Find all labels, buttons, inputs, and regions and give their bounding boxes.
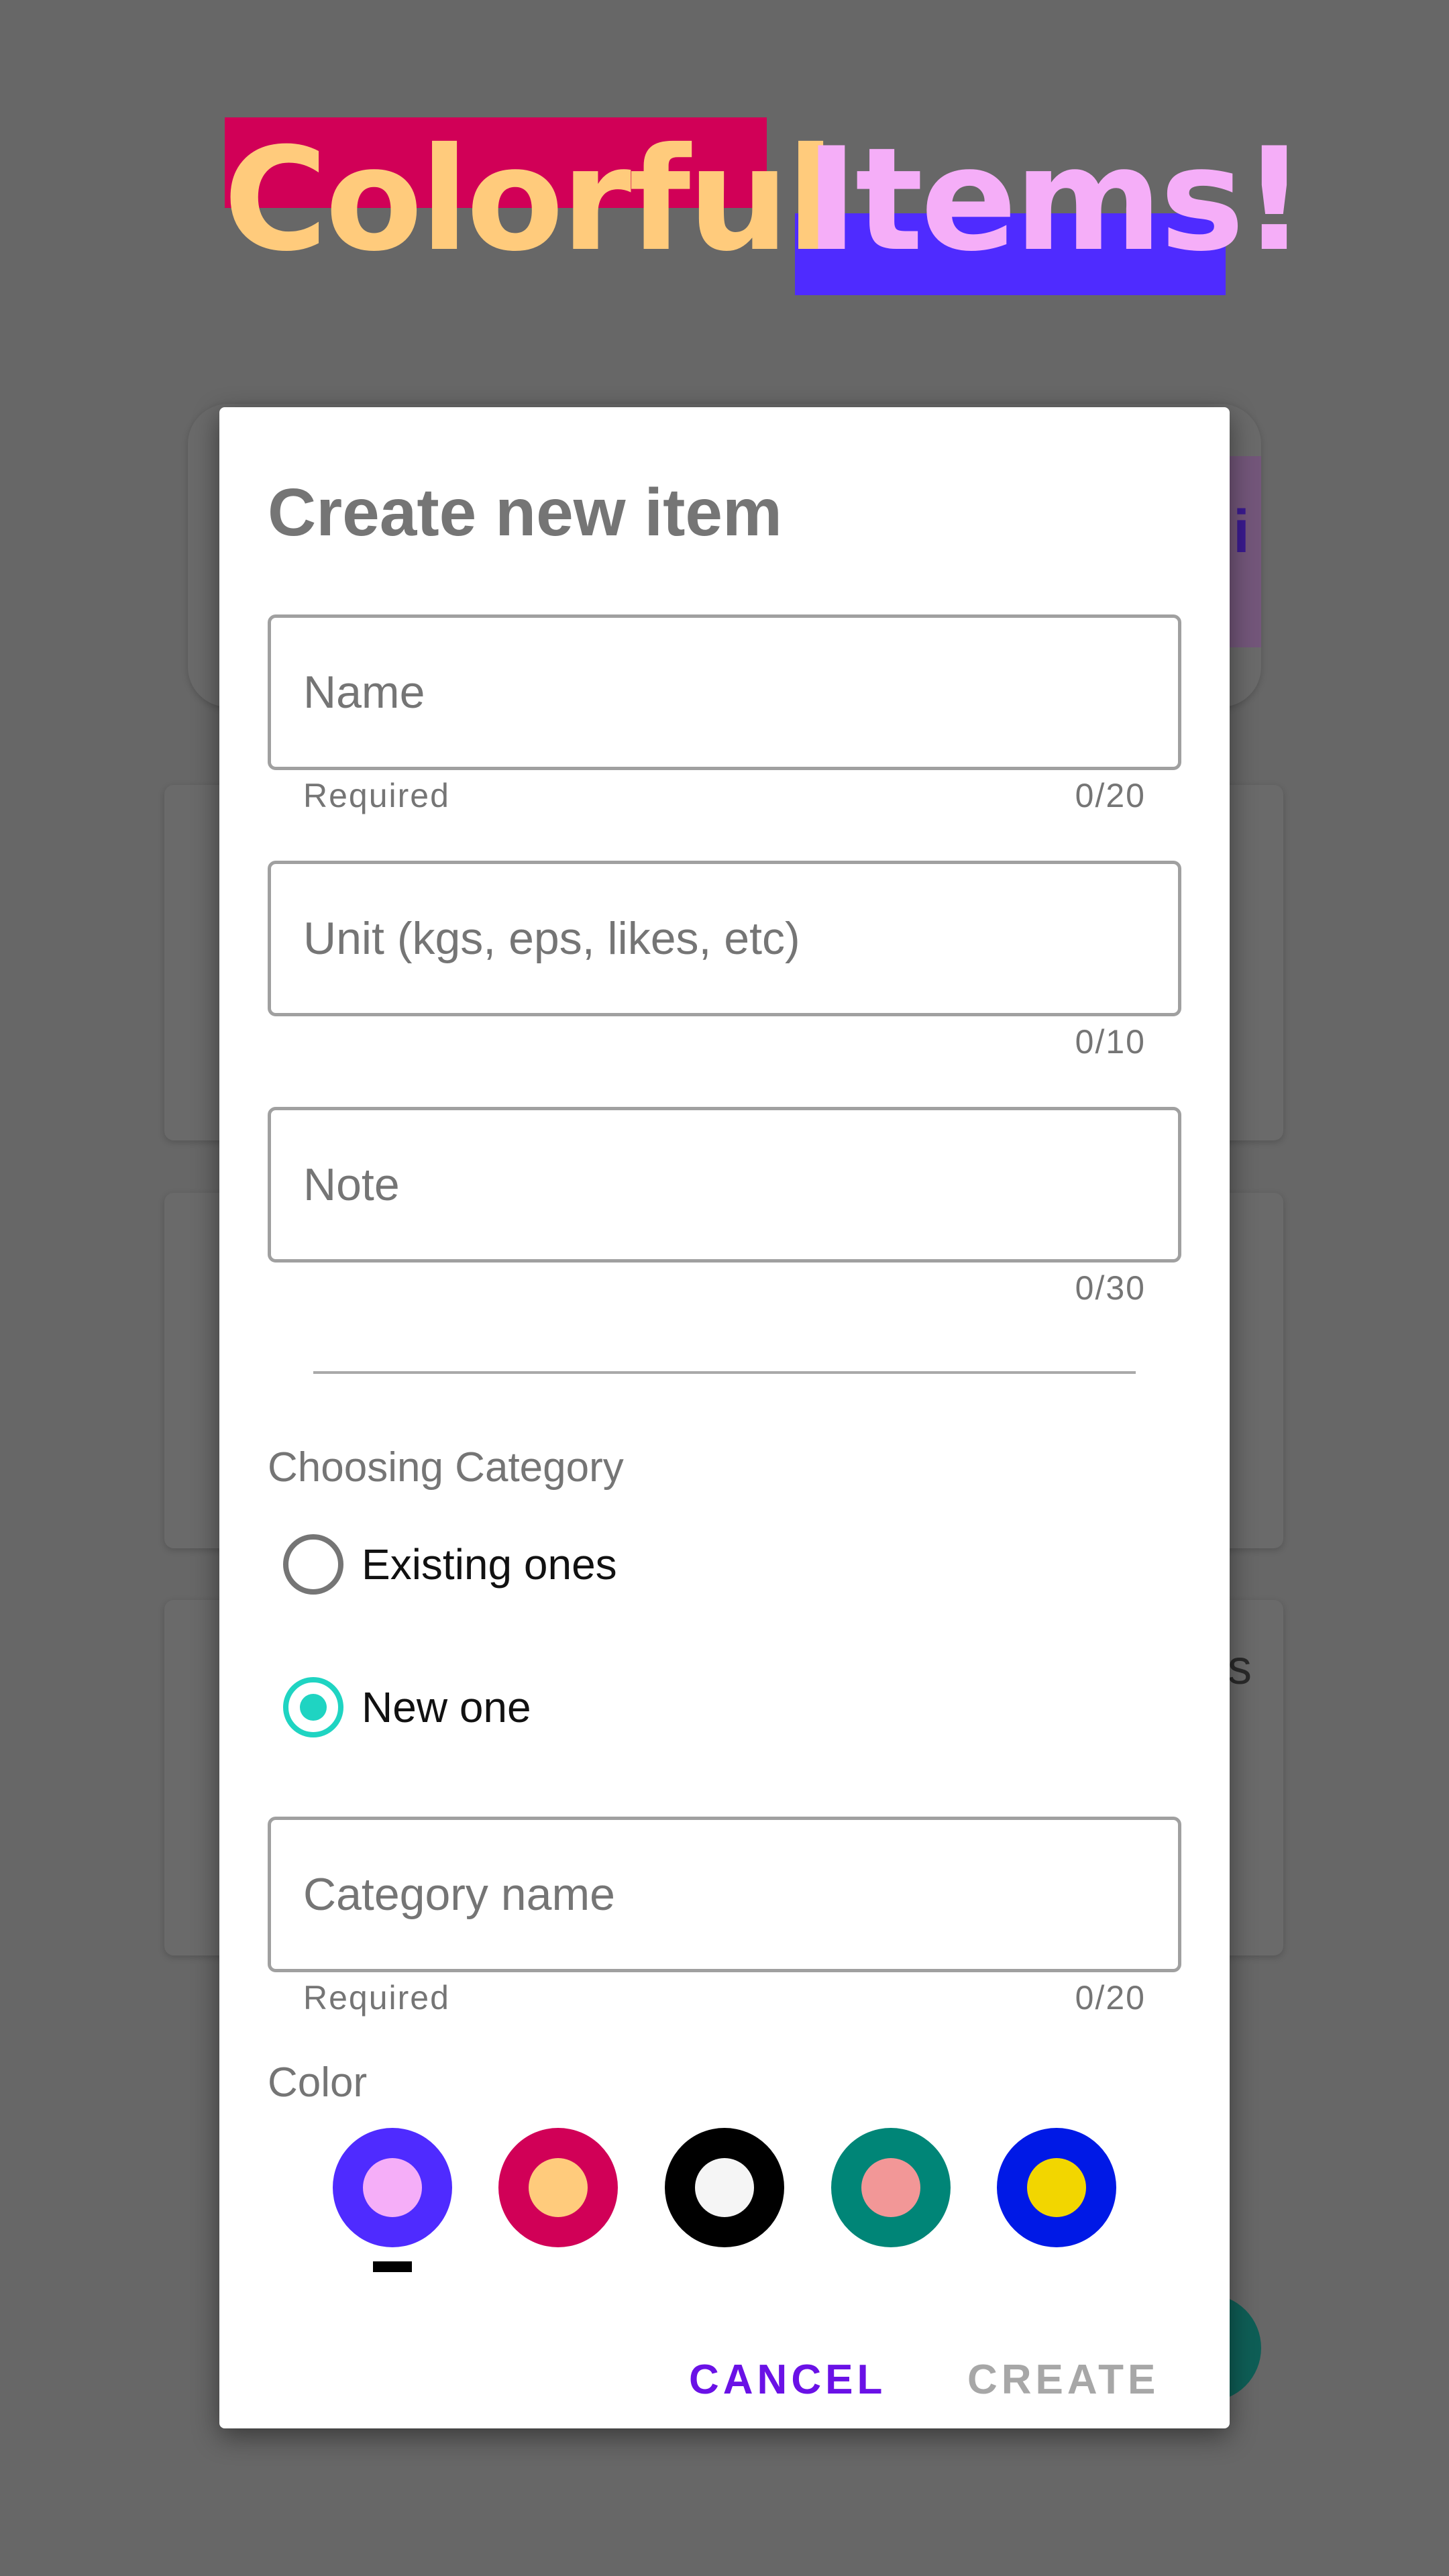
- category-section-label: Choosing Category: [268, 1444, 624, 1491]
- note-char-counter: 0/30: [1075, 1269, 1146, 1307]
- radio-button[interactable]: [283, 1534, 343, 1595]
- title-word-1: Colorful: [223, 117, 835, 282]
- category-name-char-counter: 0/20: [1075, 1979, 1146, 2017]
- color-swatch-blue[interactable]: [997, 2128, 1116, 2247]
- category-name-helper-text: Required: [303, 1979, 450, 2017]
- cancel-button[interactable]: CANCEL: [689, 2356, 886, 2404]
- color-section-label: Color: [268, 2059, 368, 2106]
- swatch-inner: [529, 2158, 588, 2217]
- create-button[interactable]: CREATE: [967, 2356, 1159, 2404]
- background-card-text: s: [1228, 1641, 1252, 1695]
- radio-label: New one: [362, 1683, 531, 1731]
- note-field[interactable]: [268, 1107, 1181, 1263]
- dialog-title: Create new item: [268, 475, 782, 550]
- radio-existing-category[interactable]: Existing ones: [283, 1534, 820, 1601]
- radio-button-checked[interactable]: [283, 1677, 343, 1737]
- divider: [313, 1371, 1136, 1374]
- color-swatch-teal[interactable]: [831, 2128, 951, 2247]
- swatch-inner: [363, 2158, 422, 2217]
- selected-swatch-indicator: [373, 2261, 412, 2272]
- name-char-counter: 0/20: [1075, 777, 1146, 814]
- create-item-dialog: Create new item Required 0/20 0/10 0/30 …: [219, 407, 1230, 2428]
- name-field[interactable]: [268, 614, 1181, 770]
- unit-char-counter: 0/10: [1075, 1023, 1146, 1061]
- color-swatch-black[interactable]: [665, 2128, 784, 2247]
- color-swatch-purple[interactable]: [333, 2128, 452, 2247]
- unit-input[interactable]: [271, 864, 1178, 1013]
- category-name-field[interactable]: [268, 1817, 1181, 1972]
- background-card-text: i: [1233, 498, 1250, 566]
- radio-label: Existing ones: [362, 1540, 617, 1589]
- radio-new-category[interactable]: New one: [283, 1677, 820, 1744]
- swatch-inner: [1027, 2158, 1086, 2217]
- unit-field[interactable]: [268, 861, 1181, 1016]
- color-swatch-crimson[interactable]: [498, 2128, 618, 2247]
- note-input[interactable]: [271, 1110, 1178, 1259]
- category-name-input[interactable]: [271, 1820, 1178, 1969]
- title-word-2: Items!: [805, 117, 1307, 282]
- app-title: Colorful Items!: [0, 0, 1449, 322]
- name-helper-text: Required: [303, 777, 450, 814]
- swatch-inner: [695, 2158, 754, 2217]
- swatch-inner: [861, 2158, 920, 2217]
- name-input[interactable]: [271, 618, 1178, 767]
